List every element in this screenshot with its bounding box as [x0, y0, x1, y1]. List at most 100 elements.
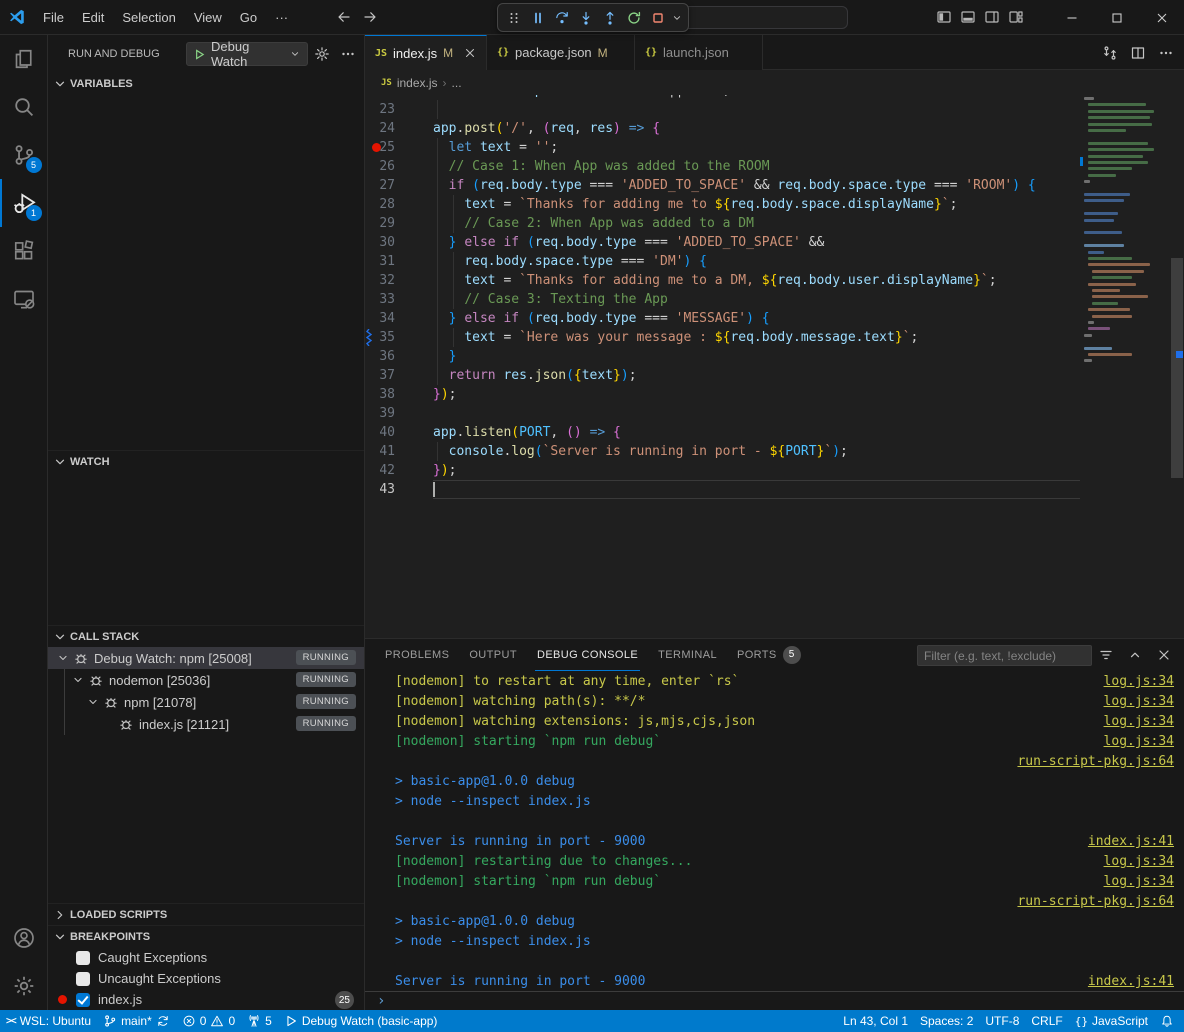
close-panel-icon[interactable]	[1156, 647, 1172, 663]
code-line-23[interactable]: 23	[365, 100, 1080, 119]
toggle-panel-icon[interactable]	[960, 9, 976, 25]
editor-scrollbar[interactable]	[1170, 95, 1184, 638]
remote-indicator[interactable]: >< WSL: Ubuntu	[0, 1010, 97, 1032]
search-icon[interactable]	[0, 83, 48, 131]
forwarded-ports-item[interactable]: 5	[241, 1010, 278, 1032]
code-line-40[interactable]: 40app.listen(PORT, () => {	[365, 423, 1080, 442]
breakpoint-row[interactable]: Caught Exceptions	[48, 947, 364, 968]
debug-settings-gear-icon[interactable]	[314, 46, 330, 62]
indentation-item[interactable]: Spaces: 2	[914, 1010, 979, 1032]
source-link[interactable]: log.js:34	[1104, 672, 1174, 692]
source-link[interactable]: log.js:34	[1104, 852, 1174, 872]
notifications-bell-item[interactable]	[1154, 1010, 1180, 1032]
close-tab-icon[interactable]	[463, 45, 477, 61]
filter-lines-icon[interactable]	[1098, 647, 1114, 663]
breakpoint-checkbox[interactable]	[76, 951, 90, 965]
source-link[interactable]: log.js:34	[1104, 872, 1174, 892]
source-control-icon[interactable]: 5	[0, 131, 48, 179]
tab-launch.json[interactable]: {}launch.json	[635, 35, 763, 70]
explorer-icon[interactable]	[0, 35, 48, 83]
code-line-43[interactable]: 43	[365, 480, 1080, 499]
code-line-41[interactable]: 41 console.log(`Server is running in por…	[365, 442, 1080, 461]
maximize-panel-icon[interactable]	[1127, 647, 1143, 663]
watch-section-header[interactable]: WATCH	[48, 450, 364, 472]
code-line-37[interactable]: 37 return res.json({text});	[365, 366, 1080, 385]
code-line-34[interactable]: 34 } else if (req.body.type === 'MESSAGE…	[365, 309, 1080, 328]
code-line-35[interactable]: 35 text = `Here was your message : ${req…	[365, 328, 1080, 347]
stop-icon[interactable]	[647, 7, 669, 29]
menu-selection[interactable]: Selection	[113, 6, 184, 29]
eol-item[interactable]: CRLF	[1025, 1010, 1068, 1032]
step-over-icon[interactable]	[551, 7, 573, 29]
menu-view[interactable]: View	[185, 6, 231, 29]
panel-tab-output[interactable]: OUTPUT	[467, 639, 519, 671]
code-line-36[interactable]: 36 }	[365, 347, 1080, 366]
language-mode-item[interactable]: {} JavaScript	[1069, 1010, 1154, 1032]
chevron-down-icon[interactable]	[86, 694, 100, 710]
debug-config-picker[interactable]: Debug Watch	[186, 42, 308, 66]
source-link[interactable]: index.js:41	[1088, 832, 1174, 852]
chevron-down-icon[interactable]	[56, 650, 70, 666]
restart-icon[interactable]	[623, 7, 645, 29]
debug-console-input[interactable]: ›	[365, 991, 1184, 1010]
code-line-26[interactable]: 26 // Case 1: When App was added to the …	[365, 157, 1080, 176]
code-editor[interactable]: const PORT = process.env.PORT || 9000;23…	[365, 95, 1184, 638]
code-line-27[interactable]: 27 if (req.body.type === 'ADDED_TO_SPACE…	[365, 176, 1080, 195]
panel-tab-terminal[interactable]: TERMINAL	[656, 639, 719, 671]
cursor-position-item[interactable]: Ln 43, Col 1	[837, 1010, 914, 1032]
maximize-button[interactable]	[1094, 0, 1139, 35]
tab-index.js[interactable]: JSindex.jsM	[365, 35, 487, 70]
debug-session-item[interactable]: Debug Watch (basic-app)	[278, 1010, 444, 1032]
account-icon[interactable]	[0, 914, 48, 962]
call-stack-row[interactable]: nodemon [25036]RUNNING	[48, 669, 364, 691]
code-line-33[interactable]: 33 // Case 3: Texting the App	[365, 290, 1080, 309]
source-link[interactable]: index.js:41	[1088, 972, 1174, 991]
minimize-button[interactable]	[1049, 0, 1094, 35]
breakpoints-section-header[interactable]: BREAKPOINTS	[48, 925, 364, 947]
nav-forward-icon[interactable]	[362, 9, 378, 25]
code-line-38[interactable]: 38});	[365, 385, 1080, 404]
close-window-button[interactable]	[1139, 0, 1184, 35]
customize-layout-icon[interactable]	[1008, 9, 1024, 25]
call-stack-row[interactable]: npm [21078]RUNNING	[48, 691, 364, 713]
source-link[interactable]: log.js:34	[1104, 712, 1174, 732]
scrollbar-thumb[interactable]	[1171, 258, 1183, 478]
code-line-29[interactable]: 29 // Case 2: When App was added to a DM	[365, 214, 1080, 233]
panel-tab-debug-console[interactable]: DEBUG CONSOLE	[535, 639, 640, 671]
menu-edit[interactable]: Edit	[73, 6, 113, 29]
split-editor-icon[interactable]	[1130, 45, 1146, 61]
source-link[interactable]: log.js:34	[1104, 732, 1174, 752]
stop-dropdown-icon[interactable]	[671, 7, 683, 29]
sidebar-more-icon[interactable]	[340, 46, 356, 62]
breadcrumb[interactable]: JS index.js › ...	[365, 70, 1184, 95]
breakpoint-dot[interactable]	[372, 143, 381, 152]
drag-grip-icon[interactable]	[503, 7, 525, 29]
debug-console-output[interactable]: [nodemon] to restart at any time, enter …	[365, 671, 1184, 991]
code-line-24[interactable]: 24app.post('/', (req, res) => {	[365, 119, 1080, 138]
source-link[interactable]: log.js:34	[1104, 692, 1174, 712]
minimap[interactable]	[1080, 95, 1170, 638]
menu-go[interactable]: Go	[231, 6, 266, 29]
chevron-down-icon[interactable]	[71, 672, 85, 688]
settings-gear-icon[interactable]	[0, 962, 48, 1010]
breakpoint-checkbox[interactable]	[76, 993, 90, 1007]
code-line-30[interactable]: 30 } else if (req.body.type === 'ADDED_T…	[365, 233, 1080, 252]
call-stack-section-header[interactable]: CALL STACK	[48, 625, 364, 647]
pause-icon[interactable]	[527, 7, 549, 29]
toggle-secondary-sidebar-icon[interactable]	[984, 9, 1000, 25]
variables-section-header[interactable]: VARIABLES	[48, 73, 364, 95]
code-line-28[interactable]: 28 text = `Thanks for adding me to ${req…	[365, 195, 1080, 214]
panel-tab-ports[interactable]: PORTS5	[735, 639, 803, 671]
run-and-debug-icon[interactable]: 1	[0, 179, 48, 227]
code-line-25[interactable]: 25 let text = '';	[365, 138, 1080, 157]
editor-more-icon[interactable]	[1158, 45, 1174, 61]
breakpoint-checkbox[interactable]	[76, 972, 90, 986]
loaded-scripts-section-header[interactable]: LOADED SCRIPTS	[48, 903, 364, 925]
step-into-icon[interactable]	[575, 7, 597, 29]
tab-package.json[interactable]: {}package.jsonM	[487, 35, 635, 70]
code-line-39[interactable]: 39	[365, 404, 1080, 423]
code-line-31[interactable]: 31 req.body.space.type === 'DM') {	[365, 252, 1080, 271]
source-link[interactable]: run-script-pkg.js:64	[1017, 752, 1174, 772]
console-filter-input[interactable]	[917, 645, 1092, 666]
panel-tab-problems[interactable]: PROBLEMS	[383, 639, 451, 671]
